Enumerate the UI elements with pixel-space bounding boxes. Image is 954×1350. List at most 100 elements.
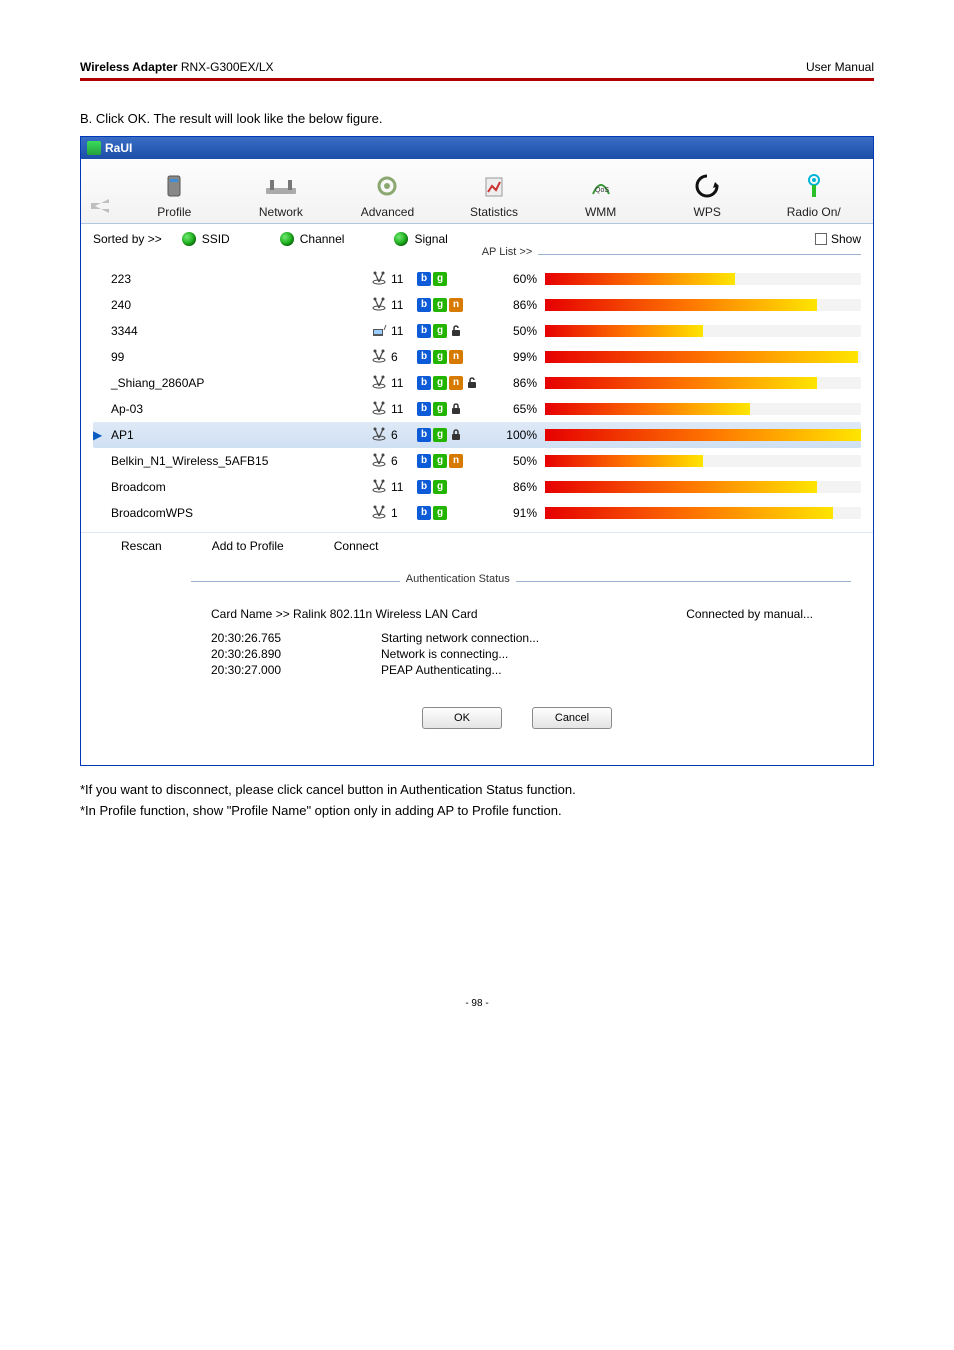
sort-ssid[interactable]: SSID bbox=[182, 232, 230, 246]
mode-g-icon: g bbox=[433, 324, 447, 338]
mode-b-icon: b bbox=[417, 402, 431, 416]
toolbar-wps[interactable]: WPS bbox=[654, 169, 761, 219]
mode-g-icon: g bbox=[433, 402, 447, 416]
ap-row[interactable]: _Shiang_2860AP11bgn86% bbox=[93, 370, 861, 396]
mode-b-icon: b bbox=[417, 298, 431, 312]
ap-channel: 6 bbox=[387, 428, 417, 442]
mode-b-icon: b bbox=[417, 272, 431, 286]
sort-signal[interactable]: Signal bbox=[394, 232, 447, 246]
signal-bar bbox=[545, 507, 861, 519]
ap-modes: bg bbox=[417, 480, 497, 494]
ap-row[interactable]: Broadcom11bg86% bbox=[93, 474, 861, 500]
ap-signal: 65% bbox=[497, 402, 545, 416]
footnote-1: *If you want to disconnect, please click… bbox=[80, 782, 874, 797]
ap-channel: 11 bbox=[387, 402, 417, 416]
network-type-icon bbox=[367, 375, 387, 392]
back-arrow-button[interactable] bbox=[87, 193, 113, 219]
ap-ssid: 240 bbox=[107, 298, 367, 312]
signal-bar bbox=[545, 299, 861, 311]
ap-channel: 11 bbox=[387, 324, 417, 338]
ap-ssid: Broadcom bbox=[107, 480, 367, 494]
ap-channel: 11 bbox=[387, 272, 417, 286]
main-toolbar: ProfileNetworkAdvanced Statistics QoSWMM WP… bbox=[81, 159, 873, 224]
show-checkbox[interactable]: Show bbox=[815, 232, 861, 246]
ap-signal: 86% bbox=[497, 480, 545, 494]
ap-row[interactable]: Ap-03 11bg 65% bbox=[93, 396, 861, 422]
ok-button[interactable]: OK bbox=[422, 707, 502, 729]
app-window: RaUI ProfileNetworkAdvanced Statistics QoS… bbox=[80, 136, 874, 766]
signal-bar bbox=[545, 455, 861, 467]
signal-bar bbox=[545, 273, 861, 285]
ap-signal: 60% bbox=[497, 272, 545, 286]
connect-button[interactable]: Connect bbox=[334, 539, 379, 553]
toolbar-advanced[interactable]: Advanced bbox=[334, 169, 441, 219]
ap-modes: bgn bbox=[417, 376, 497, 390]
ap-signal: 91% bbox=[497, 506, 545, 520]
ap-modes: bgn bbox=[417, 350, 497, 364]
mode-b-icon: b bbox=[417, 454, 431, 468]
ap-modes: bgn bbox=[417, 454, 497, 468]
ap-modes: bg bbox=[417, 506, 497, 520]
lock-closed-icon bbox=[451, 429, 463, 441]
mode-n-icon: n bbox=[449, 454, 463, 468]
ap-ssid: AP1 bbox=[107, 428, 367, 442]
ap-row[interactable]: 24011bgn86% bbox=[93, 292, 861, 318]
ap-modes: bgn bbox=[417, 298, 497, 312]
toolbar-profile[interactable]: Profile bbox=[121, 169, 228, 219]
network-type-icon bbox=[367, 453, 387, 470]
doc-title-model: RNX-G300EX/LX bbox=[181, 60, 274, 74]
radio-icon bbox=[182, 232, 196, 246]
auth-legend: Authentication Status bbox=[400, 573, 516, 585]
mode-b-icon: b bbox=[417, 376, 431, 390]
log-msg: PEAP Authenticating... bbox=[381, 663, 502, 677]
ap-row[interactable]: 223 11bg 60% bbox=[93, 266, 861, 292]
mode-g-icon: g bbox=[433, 376, 447, 390]
mode-n-icon: n bbox=[449, 298, 463, 312]
ap-list-legend: AP List >> bbox=[81, 246, 873, 258]
toolbar-wmm[interactable]: QoSWMM bbox=[547, 169, 654, 219]
connected-status: Connected by manual... bbox=[686, 607, 813, 621]
cancel-button[interactable]: Cancel bbox=[532, 707, 612, 729]
instruction-text: B. Click OK. The result will look like t… bbox=[80, 111, 874, 126]
toolbar-label: Statistics bbox=[470, 205, 518, 219]
mode-b-icon: b bbox=[417, 428, 431, 442]
sort-label: Sorted by >> bbox=[93, 232, 162, 246]
footnotes: *If you want to disconnect, please click… bbox=[80, 782, 874, 818]
ap-row[interactable]: Belkin_N1_Wireless_5AFB156bgn50% bbox=[93, 448, 861, 474]
log-time: 20:30:27.000 bbox=[211, 663, 321, 677]
mode-g-icon: g bbox=[433, 506, 447, 520]
network-type-icon bbox=[367, 349, 387, 366]
mode-g-icon: g bbox=[433, 428, 447, 442]
auth-log-row: 20:30:27.000 PEAP Authenticating... bbox=[211, 663, 823, 677]
ap-row[interactable]: ▶AP16bg100% bbox=[93, 422, 861, 448]
checkbox-icon bbox=[815, 233, 827, 245]
ap-row[interactable]: BroadcomWPS1bg91% bbox=[93, 500, 861, 526]
ap-signal: 99% bbox=[497, 350, 545, 364]
add-to-profile-button[interactable]: Add to Profile bbox=[212, 539, 284, 553]
sort-channel[interactable]: Channel bbox=[280, 232, 345, 246]
log-msg: Starting network connection... bbox=[381, 631, 539, 645]
ap-signal: 50% bbox=[497, 324, 545, 338]
toolbar-radioon[interactable]: Radio On/ bbox=[760, 169, 867, 219]
auth-log-row: 20:30:26.765Starting network connection.… bbox=[211, 631, 823, 645]
ap-ssid: 223 bbox=[107, 272, 367, 286]
ap-ssid: BroadcomWPS bbox=[107, 506, 367, 520]
toolbar-label: WPS bbox=[694, 205, 721, 219]
ap-row[interactable]: 996bgn99% bbox=[93, 344, 861, 370]
rescan-button[interactable]: Rescan bbox=[121, 539, 162, 553]
mode-g-icon: g bbox=[433, 272, 447, 286]
toolbar-icon bbox=[334, 169, 441, 203]
ap-modes: bg bbox=[417, 324, 497, 338]
log-time: 20:30:26.890 bbox=[211, 647, 321, 661]
auth-status-panel: Authentication Status Card Name >> Ralin… bbox=[91, 573, 863, 755]
ap-signal: 86% bbox=[497, 376, 545, 390]
toolbar-icon bbox=[760, 169, 867, 203]
toolbar-statistics[interactable]: Statistics bbox=[441, 169, 548, 219]
app-title: RaUI bbox=[105, 141, 132, 155]
ap-list: 22311bg60%24011bgn86%334411bg50%996bgn99… bbox=[81, 258, 873, 532]
ap-ssid: Ap-03 bbox=[107, 402, 367, 416]
sort-channel-label: Channel bbox=[300, 232, 345, 246]
ap-row[interactable]: 334411bg50% bbox=[93, 318, 861, 344]
selected-arrow-icon: ▶ bbox=[93, 428, 107, 442]
toolbar-network[interactable]: Network bbox=[228, 169, 335, 219]
